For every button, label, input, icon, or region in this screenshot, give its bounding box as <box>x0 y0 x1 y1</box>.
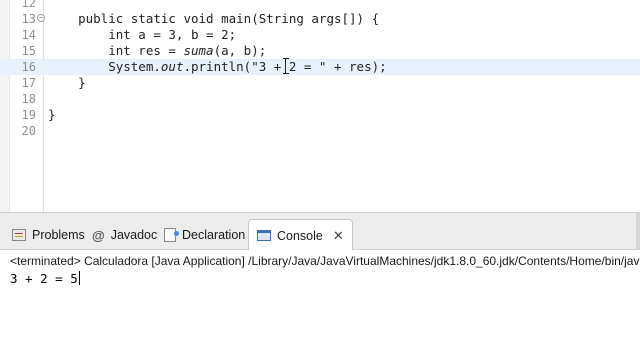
code-line[interactable]: 13 − public static void main(String args… <box>0 11 640 27</box>
problems-icon <box>12 229 26 241</box>
console-icon <box>257 230 271 241</box>
code-text: public static void main(String args[]) { <box>48 11 380 26</box>
tab-problems[interactable]: Problems <box>12 221 85 249</box>
code-editor[interactable]: 12 13 − public static void main(String a… <box>0 0 640 212</box>
tab-label: Javadoc <box>110 228 158 242</box>
console-output-area[interactable]: <terminated> Calculadora [Java Applicati… <box>0 250 640 360</box>
tab-label: Problems <box>32 228 85 242</box>
code-text: int res = suma(a, b); <box>48 43 266 59</box>
code-line-current[interactable]: 16 System.out.println("3 + 2 = " + res); <box>0 59 640 75</box>
code-line[interactable]: 19 } <box>0 107 640 123</box>
code-segment: int res = <box>48 43 184 58</box>
code-segment: (a, b); <box>213 43 267 58</box>
tab-label: Declaration <box>182 228 246 242</box>
bottom-panel: Problems @ Javadoc Declaration Console ✕… <box>0 212 640 360</box>
tab-declaration[interactable]: Declaration <box>164 221 245 249</box>
tab-console[interactable]: Console ✕ <box>248 219 353 251</box>
code-line[interactable]: 15 int res = suma(a, b); <box>0 43 640 59</box>
code-line[interactable]: 18 <box>0 91 640 107</box>
text-caret <box>78 271 80 285</box>
close-icon[interactable]: ✕ <box>333 228 344 244</box>
declaration-icon <box>164 228 179 242</box>
code-line[interactable]: 14 int a = 3, b = 2; <box>0 27 640 43</box>
code-text: int a = 3, b = 2; <box>48 27 237 42</box>
view-tab-bar: Problems @ Javadoc Declaration Console ✕ <box>0 212 640 251</box>
console-output-text[interactable]: 3 + 2 = 5 <box>10 270 80 288</box>
line-number: 16 <box>21 60 36 74</box>
line-number: 17 <box>21 76 36 90</box>
text-cursor-icon <box>283 58 289 74</box>
line-number: 14 <box>21 28 36 42</box>
static-field-italic: out <box>160 59 184 74</box>
code-line[interactable]: 12 <box>0 0 640 11</box>
code-line[interactable]: 20 <box>0 123 640 139</box>
code-text: } <box>48 107 56 122</box>
method-call-italic: suma <box>183 43 214 58</box>
line-number: 18 <box>21 92 36 106</box>
fold-collapse-icon[interactable]: − <box>37 14 45 22</box>
line-number: 12 <box>21 0 36 10</box>
javadoc-icon: @ <box>92 227 105 243</box>
line-number: 13 <box>21 12 36 26</box>
code-text: } <box>48 75 86 90</box>
line-number: 19 <box>21 108 36 122</box>
code-text: System.out.println("3 + 2 = " + res); <box>48 59 386 75</box>
code-line[interactable]: 17 } <box>0 75 640 91</box>
line-number: 20 <box>21 124 36 138</box>
code-segment: System. <box>48 59 161 74</box>
tab-label: Console <box>277 228 323 243</box>
console-status-line: <terminated> Calculadora [Java Applicati… <box>10 254 640 268</box>
line-number: 15 <box>21 44 36 58</box>
program-output: 3 + 2 = 5 <box>10 271 78 286</box>
tab-javadoc[interactable]: @ Javadoc <box>92 221 157 249</box>
toolbar-edge <box>636 213 640 251</box>
